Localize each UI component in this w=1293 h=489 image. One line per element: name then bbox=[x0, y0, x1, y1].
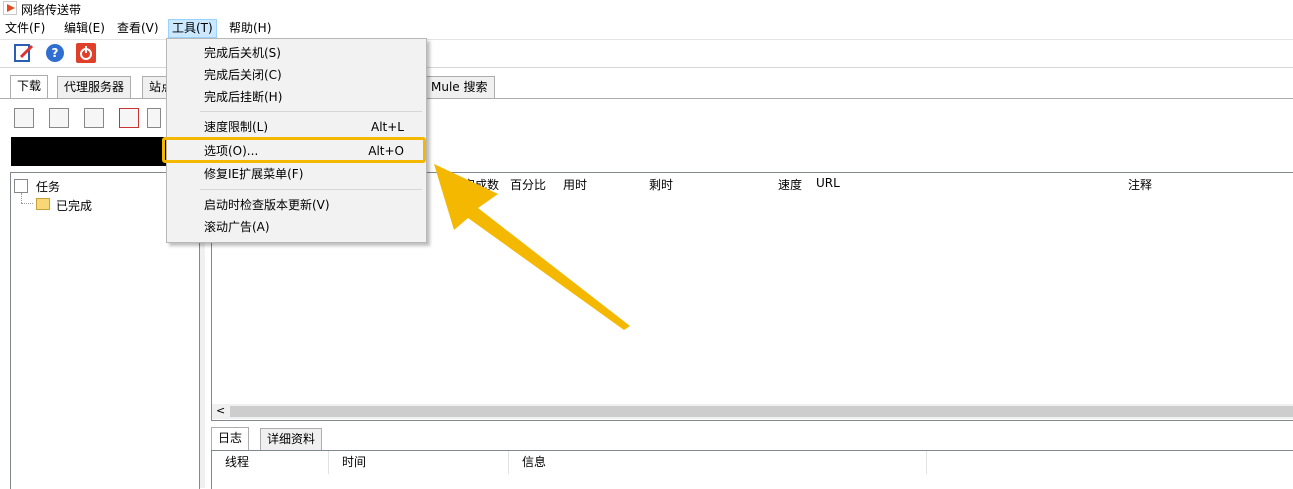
start-icon[interactable] bbox=[14, 108, 34, 128]
menu-item-label: 完成后挂断(H) bbox=[204, 90, 283, 104]
stop-icon[interactable] bbox=[84, 108, 104, 128]
menu-item-shortcut: Alt+L bbox=[371, 120, 404, 134]
tree-item-completed[interactable]: 已完成 bbox=[56, 197, 92, 214]
help-icon[interactable]: ? bbox=[44, 42, 66, 64]
folder-icon bbox=[36, 198, 50, 210]
menu-item-check-update[interactable]: 启动时检查版本更新(V) bbox=[167, 194, 426, 216]
log-col-time[interactable]: 时间 bbox=[329, 451, 509, 474]
col-url[interactable]: URL bbox=[816, 176, 840, 190]
highlight-box bbox=[162, 137, 426, 163]
menu-item-close-after[interactable]: 完成后关闭(C) bbox=[167, 64, 426, 86]
menu-item-label: 修复IE扩展菜单(F) bbox=[204, 167, 304, 181]
scroll-left-arrow[interactable]: < bbox=[216, 404, 225, 417]
menu-help[interactable]: 帮助(H) bbox=[226, 20, 274, 37]
power-icon[interactable] bbox=[75, 42, 97, 64]
log-col-thread[interactable]: 线程 bbox=[212, 451, 329, 474]
menu-separator bbox=[200, 111, 422, 112]
edit-task-icon[interactable] bbox=[13, 42, 35, 64]
menu-item-hangup-after[interactable]: 完成后挂断(H) bbox=[167, 86, 426, 108]
menu-tools[interactable]: 工具(T) bbox=[168, 19, 217, 38]
menu-item-label: 启动时检查版本更新(V) bbox=[204, 198, 330, 212]
scroll-thumb[interactable] bbox=[230, 406, 1293, 417]
tab-proxy[interactable]: 代理服务器 bbox=[57, 76, 132, 98]
menu-separator bbox=[200, 189, 422, 190]
tab-log[interactable]: 日志 bbox=[211, 427, 250, 450]
tab-emule-search[interactable]: Mule 搜索 bbox=[424, 76, 495, 98]
tab-details[interactable]: 详细资料 bbox=[260, 428, 323, 450]
title-bar: 网络传送带 bbox=[0, 0, 1293, 19]
delete-icon[interactable] bbox=[147, 108, 161, 128]
menu-view[interactable]: 查看(V) bbox=[114, 20, 162, 37]
menu-item-speed-limit[interactable]: 速度限制(L) Alt+L bbox=[167, 116, 426, 138]
menu-file[interactable]: 文件(F) bbox=[2, 20, 48, 37]
col-remaining[interactable]: 剩时 bbox=[649, 176, 673, 193]
window-title: 网络传送带 bbox=[21, 3, 82, 17]
menu-item-fix-ie-menu[interactable]: 修复IE扩展菜单(F) bbox=[167, 163, 426, 185]
horizontal-scrollbar[interactable]: < bbox=[212, 404, 1293, 419]
menu-item-label: 速度限制(L) bbox=[204, 120, 269, 134]
menu-item-label: 完成后关机(S) bbox=[204, 46, 281, 60]
menu-item-label: 滚动广告(A) bbox=[204, 220, 270, 234]
menu-bar: 文件(F) 编辑(E) 查看(V) 工具(T) 帮助(H) bbox=[0, 19, 1293, 38]
callout-arrow-icon bbox=[434, 164, 630, 330]
menu-edit[interactable]: 编辑(E) bbox=[61, 20, 108, 37]
menu-item-scroll-ads[interactable]: 滚动广告(A) bbox=[167, 216, 426, 238]
tree-line bbox=[21, 203, 33, 205]
pause-icon[interactable] bbox=[49, 108, 69, 128]
log-col-info[interactable]: 信息 bbox=[509, 451, 927, 474]
menu-item-shutdown-after[interactable]: 完成后关机(S) bbox=[167, 42, 426, 64]
log-list: 线程 时间 信息 bbox=[211, 450, 1293, 489]
svg-text:?: ? bbox=[52, 46, 59, 60]
menu-item-label: 完成后关闭(C) bbox=[204, 68, 282, 82]
tree-item-tasks[interactable]: 任务 bbox=[36, 178, 60, 195]
tab-download[interactable]: 下载 bbox=[10, 75, 49, 98]
col-note[interactable]: 注释 bbox=[1128, 176, 1152, 193]
app-icon bbox=[3, 1, 17, 15]
task-icon bbox=[14, 179, 28, 193]
new-task-icon[interactable] bbox=[119, 108, 139, 128]
tree-line bbox=[21, 193, 23, 203]
log-tabs: 日志 详细资料 bbox=[211, 427, 1293, 451]
col-speed[interactable]: 速度 bbox=[778, 176, 802, 193]
